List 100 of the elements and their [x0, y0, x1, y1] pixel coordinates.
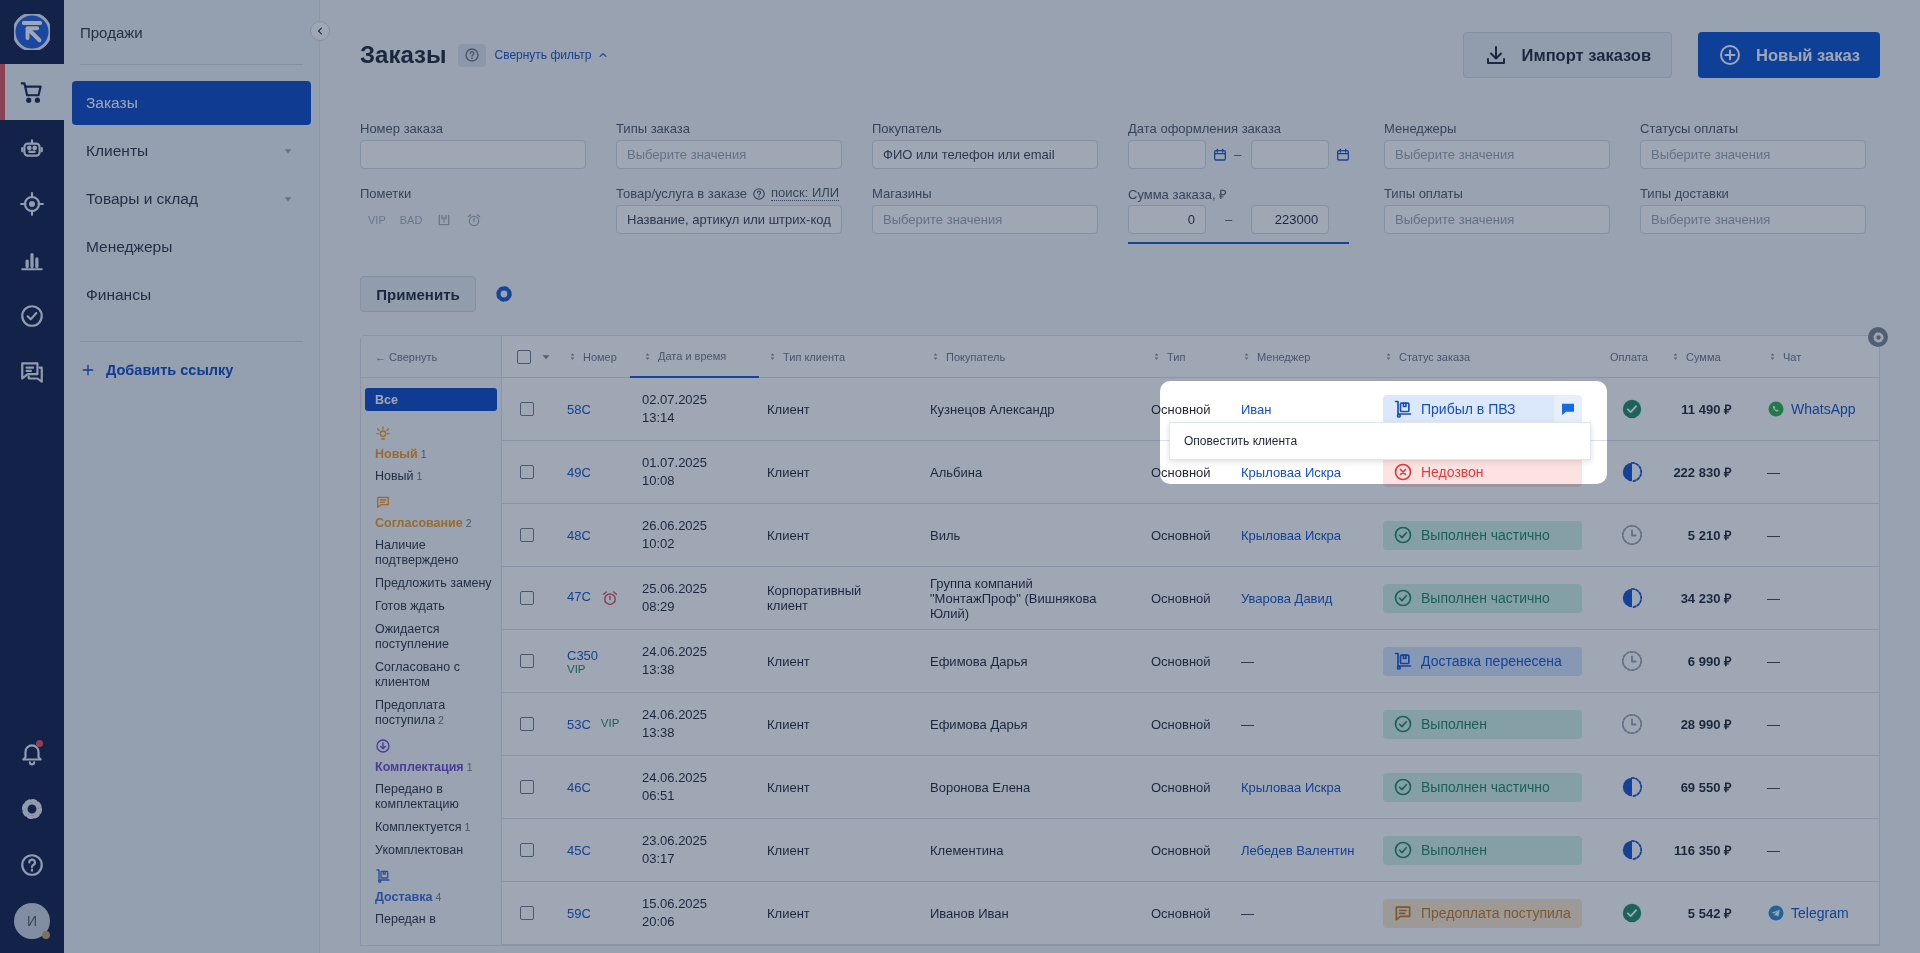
status-filter-item[interactable]: Укомплектован [375, 843, 464, 858]
search-mode-link[interactable]: поиск: ИЛИ [771, 186, 840, 201]
select-field[interactable]: Выберите значения [872, 205, 1098, 234]
help-icon[interactable] [752, 186, 767, 201]
order-status-badge[interactable]: Выполнен [1383, 709, 1582, 739]
status-filter-item[interactable]: Комплектуется 1 [375, 820, 471, 835]
status-filter-item[interactable]: Передан в [375, 912, 436, 927]
date-from-field[interactable] [1128, 140, 1206, 169]
sidebar-item[interactable]: Менеджеры [72, 225, 311, 269]
select-all-checkbox[interactable] [517, 349, 531, 364]
collapse-filter-link[interactable]: Свернуть фильтр [494, 48, 610, 62]
select-field[interactable]: Выберите значения [1384, 140, 1610, 169]
logo-icon[interactable] [14, 14, 50, 50]
status-filter-item[interactable]: Предоплата поступила 2 [375, 698, 495, 728]
row-checkbox[interactable] [520, 654, 534, 668]
sidebar-item[interactable]: Товары и склад [72, 177, 311, 221]
text-field[interactable] [360, 140, 586, 169]
add-link-button[interactable]: Добавить ссылку [80, 358, 234, 382]
row-checkbox[interactable] [520, 591, 534, 605]
column-header[interactable]: Тип клиента [759, 336, 922, 377]
user-avatar[interactable]: И [14, 903, 50, 939]
column-header[interactable]: Оплата [1602, 336, 1662, 377]
order-status-badge[interactable]: Прибыл в ПВЗ [1383, 394, 1554, 424]
manager-link[interactable]: Иван [1233, 393, 1375, 425]
notify-client-menu-item[interactable]: Оповестить клиента [1169, 422, 1591, 460]
row-checkbox[interactable] [520, 402, 534, 416]
order-status-badge[interactable]: Предоплата поступила [1383, 898, 1582, 928]
status-filter-item[interactable]: Новый 1 [375, 469, 423, 484]
chat-link[interactable]: Telegram [1791, 905, 1849, 921]
notify-button[interactable] [1554, 394, 1582, 424]
column-header[interactable]: Дата и время [630, 336, 759, 378]
column-header[interactable]: Сумма [1662, 336, 1759, 377]
apply-button[interactable]: Применить [360, 276, 476, 312]
column-header[interactable]: Тип [1143, 336, 1233, 377]
chat-link[interactable]: WhatsApp [1791, 401, 1856, 417]
status-filter-item[interactable]: Ожидается поступление [375, 622, 495, 652]
order-number-link[interactable]: 59С [567, 905, 591, 921]
manager-link[interactable]: Лебедев Валентин [1233, 834, 1375, 866]
date-to-field[interactable] [1251, 140, 1330, 169]
row-checkbox[interactable] [520, 465, 534, 479]
status-filter-item[interactable]: Готов ждать [375, 599, 445, 614]
settings-icon[interactable] [19, 796, 45, 822]
sidebar-item[interactable]: Заказы [72, 81, 311, 125]
row-checkbox[interactable] [520, 906, 534, 920]
collapse-panel-link[interactable]: ← Свернуть [375, 350, 438, 363]
status-filter-item[interactable]: Предложить замену [375, 576, 492, 591]
order-status-badge[interactable]: Выполнен частично [1383, 772, 1582, 802]
status-group[interactable]: Доставка 4 [375, 890, 442, 904]
order-number-link[interactable]: 46С [567, 779, 591, 795]
calendar-icon[interactable] [1335, 146, 1352, 163]
calendar-icon[interactable] [1212, 146, 1228, 163]
manager-link[interactable]: Крыловаа Искра [1233, 519, 1375, 551]
order-number-link[interactable]: 49С [567, 464, 591, 480]
select-field[interactable]: Выберите значения [1640, 205, 1866, 234]
sidebar-item[interactable]: Финансы [72, 273, 311, 317]
settings-icon[interactable] [494, 284, 514, 304]
order-status-badge[interactable]: Выполнен частично [1383, 520, 1582, 550]
order-number-link[interactable]: С350 [567, 647, 599, 663]
order-number-link[interactable]: 47С [567, 589, 591, 604]
sum-to-field[interactable]: 223000 [1251, 205, 1330, 234]
table-settings-button[interactable] [1868, 327, 1888, 347]
status-group[interactable]: Новый 1 [375, 447, 427, 461]
sidebar-item[interactable]: Клиенты [72, 129, 311, 173]
select-field[interactable]: Выберите значения [616, 140, 842, 169]
alarm-clock-icon[interactable] [466, 211, 483, 228]
column-header[interactable]: Чат [1759, 336, 1867, 377]
help-button[interactable] [458, 43, 487, 67]
status-filter-item[interactable]: Согласовано с клиентом [375, 660, 495, 690]
collapse-button[interactable] [310, 21, 330, 41]
order-status-badge[interactable]: Выполнен [1383, 835, 1582, 865]
row-checkbox[interactable] [520, 528, 534, 542]
order-number-link[interactable]: 48С [567, 527, 591, 543]
order-number-link[interactable]: 53С [567, 716, 591, 732]
status-filter-item[interactable]: Передано в комплектацию [375, 782, 495, 812]
manager-link[interactable]: Крыловаа Искра [1233, 771, 1375, 803]
select-field[interactable]: Выберите значения [1384, 205, 1610, 234]
row-checkbox[interactable] [520, 717, 534, 731]
select-field[interactable]: Выберите значения [1640, 140, 1866, 169]
row-checkbox[interactable] [520, 780, 534, 794]
order-status-badge[interactable]: Доставка перенесена [1383, 646, 1582, 676]
sum-from-field[interactable]: 0 [1128, 205, 1206, 234]
manager-link[interactable]: Уварова Давид [1233, 582, 1375, 614]
rail-item[interactable] [0, 64, 64, 120]
status-group[interactable]: Комплектация 1 [375, 760, 473, 774]
status-filter-all[interactable]: Все [365, 388, 497, 411]
new-order-button[interactable]: Новый заказ [1698, 32, 1880, 78]
column-header[interactable]: Покупатель [922, 336, 1143, 377]
check-circle-icon [1393, 714, 1413, 734]
product-search-field[interactable]: Название, артикул или штрих-код [616, 205, 842, 234]
help-icon[interactable] [19, 852, 45, 878]
status-filter-item[interactable]: Наличие подтверждено [375, 538, 495, 568]
text-field[interactable]: ФИО или телефон или email [872, 140, 1098, 169]
import-orders-button[interactable]: Импорт заказов [1462, 32, 1673, 78]
order-status-badge[interactable]: Выполнен частично [1383, 583, 1582, 613]
column-header[interactable]: Менеджер [1233, 336, 1375, 377]
row-checkbox[interactable] [520, 843, 534, 857]
order-number-link[interactable]: 58С [567, 401, 591, 417]
column-header[interactable]: Статус заказа [1375, 336, 1602, 377]
status-group[interactable]: Согласование 2 [375, 516, 472, 530]
order-number-link[interactable]: 45С [567, 842, 591, 858]
